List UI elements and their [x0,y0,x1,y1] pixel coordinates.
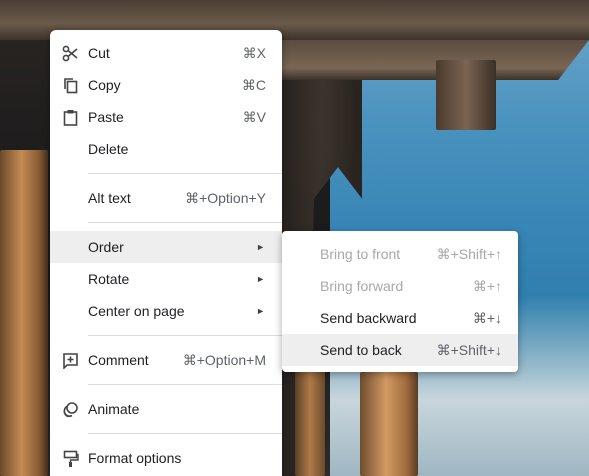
submenu-item-shortcut: ⌘+Shift+↓ [436,342,502,358]
menu-item-shortcut: ⌘X [242,44,266,61]
submenu-item-shortcut: ⌘+↑ [472,278,502,294]
submenu-item-bring-forward[interactable]: Bring forward ⌘+↑ [282,270,518,302]
menu-item-label: Copy [88,77,121,93]
format-paint-icon [62,450,79,467]
menu-divider [88,384,282,385]
clipboard-icon [62,109,79,126]
submenu-arrow-icon: ► [256,306,265,316]
order-submenu: Bring to front ⌘+Shift+↑ Bring forward ⌘… [282,231,518,372]
menu-item-shortcut: ⌘C [241,76,266,93]
menu-item-label: Rotate [88,271,130,287]
menu-item-rotate[interactable]: Rotate ► [50,263,282,295]
menu-item-label: Animate [88,401,140,417]
submenu-arrow-icon: ► [256,242,265,252]
menu-divider [88,335,282,336]
menu-divider [88,222,282,223]
copy-icon [62,77,79,94]
menu-item-shortcut: ⌘+Option+Y [185,189,266,206]
menu-item-order[interactable]: Order ► [50,231,282,263]
submenu-item-send-backward[interactable]: Send backward ⌘+↓ [282,302,518,334]
menu-item-shortcut: ⌘V [242,108,266,125]
add-comment-icon [62,352,79,370]
menu-item-paste[interactable]: Paste ⌘V [50,101,282,133]
menu-item-delete[interactable]: Delete [50,133,282,165]
menu-divider [88,173,282,174]
submenu-item-label: Send backward [320,310,417,326]
menu-item-label: Delete [88,141,129,157]
menu-divider [88,433,282,434]
menu-item-label: Paste [88,109,124,125]
submenu-item-shortcut: ⌘+↓ [472,310,502,326]
menu-item-label: Center on page [88,303,185,319]
menu-item-center-on-page[interactable]: Center on page ► [50,295,282,327]
menu-item-copy[interactable]: Copy ⌘C [50,69,282,101]
menu-item-label: Comment [88,352,149,368]
menu-item-label: Alt text [88,190,131,206]
menu-item-label: Order [88,239,124,255]
menu-item-alt-text[interactable]: Alt text ⌘+Option+Y [50,182,282,214]
submenu-arrow-icon: ► [256,274,265,284]
menu-item-format-options[interactable]: Format options [50,442,282,474]
menu-item-comment[interactable]: Comment ⌘+Option+M [50,344,282,376]
submenu-item-bring-to-front[interactable]: Bring to front ⌘+Shift+↑ [282,238,518,270]
submenu-item-label: Bring to front [320,246,401,262]
submenu-item-send-to-back[interactable]: Send to back ⌘+Shift+↓ [282,334,518,366]
menu-item-cut[interactable]: Cut ⌘X [50,37,282,69]
submenu-item-label: Send to back [320,342,402,358]
submenu-item-shortcut: ⌘+Shift+↑ [436,246,502,262]
menu-item-shortcut: ⌘+Option+M [182,351,266,368]
submenu-item-label: Bring forward [320,278,404,294]
menu-item-animate[interactable]: Animate [50,393,282,425]
menu-item-label: Format options [88,450,182,466]
animate-icon [62,401,79,418]
scissors-icon [62,45,79,62]
context-menu: Cut ⌘X Copy ⌘C Paste ⌘V Delete Alt text … [50,30,282,476]
menu-item-label: Cut [88,45,110,61]
